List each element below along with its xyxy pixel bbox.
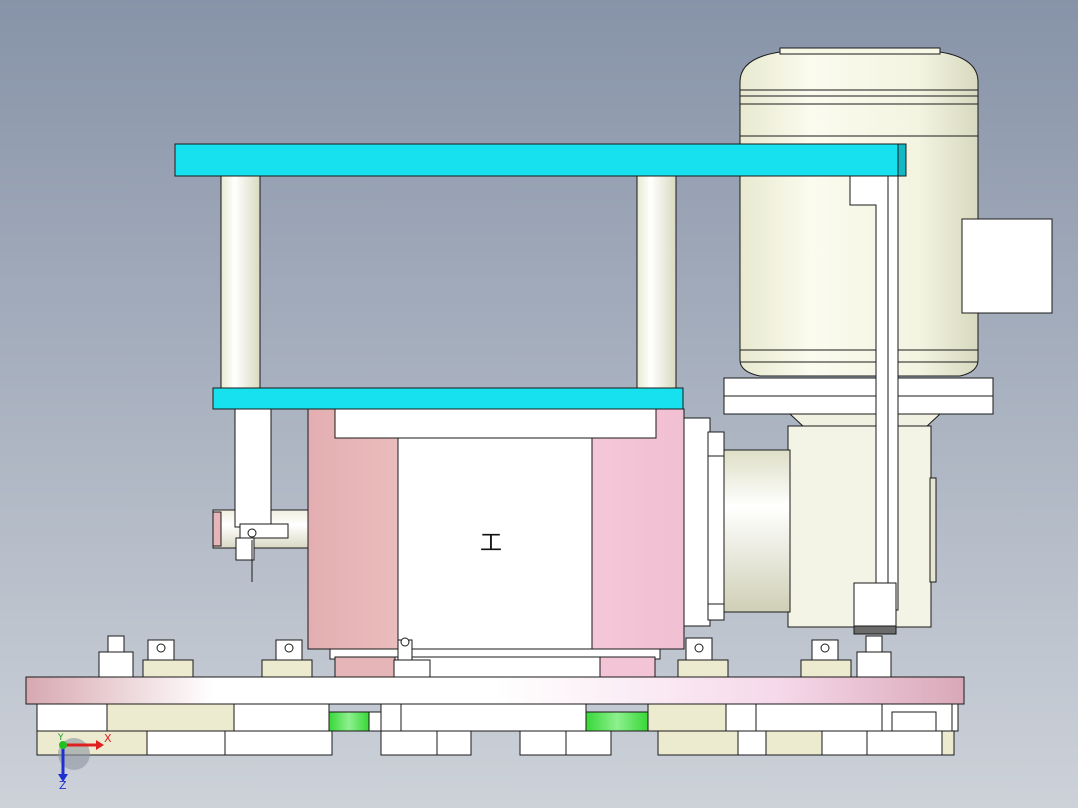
junction-box [961,218,1053,314]
block-symbol: 工 [480,531,502,556]
y-axis-label: Y [57,733,64,743]
lower-cyan-plate[interactable] [212,387,684,410]
x-axis-label: X [104,732,112,745]
top-cyan-plate[interactable] [174,143,907,177]
z-axis-label: Z [59,779,67,792]
green-marker [328,711,370,732]
assembly-drawing: 工 X Y Z [0,0,1078,808]
guide-column-left [220,175,261,389]
guide-column-right [636,175,677,389]
left-clamp-arm[interactable] [234,408,272,528]
green-marker [585,711,649,732]
coupling [719,449,791,613]
base-plate[interactable] [25,676,965,705]
cad-viewport[interactable]: 工 X Y Z [0,0,1078,808]
main-block[interactable]: 工 [307,408,685,678]
